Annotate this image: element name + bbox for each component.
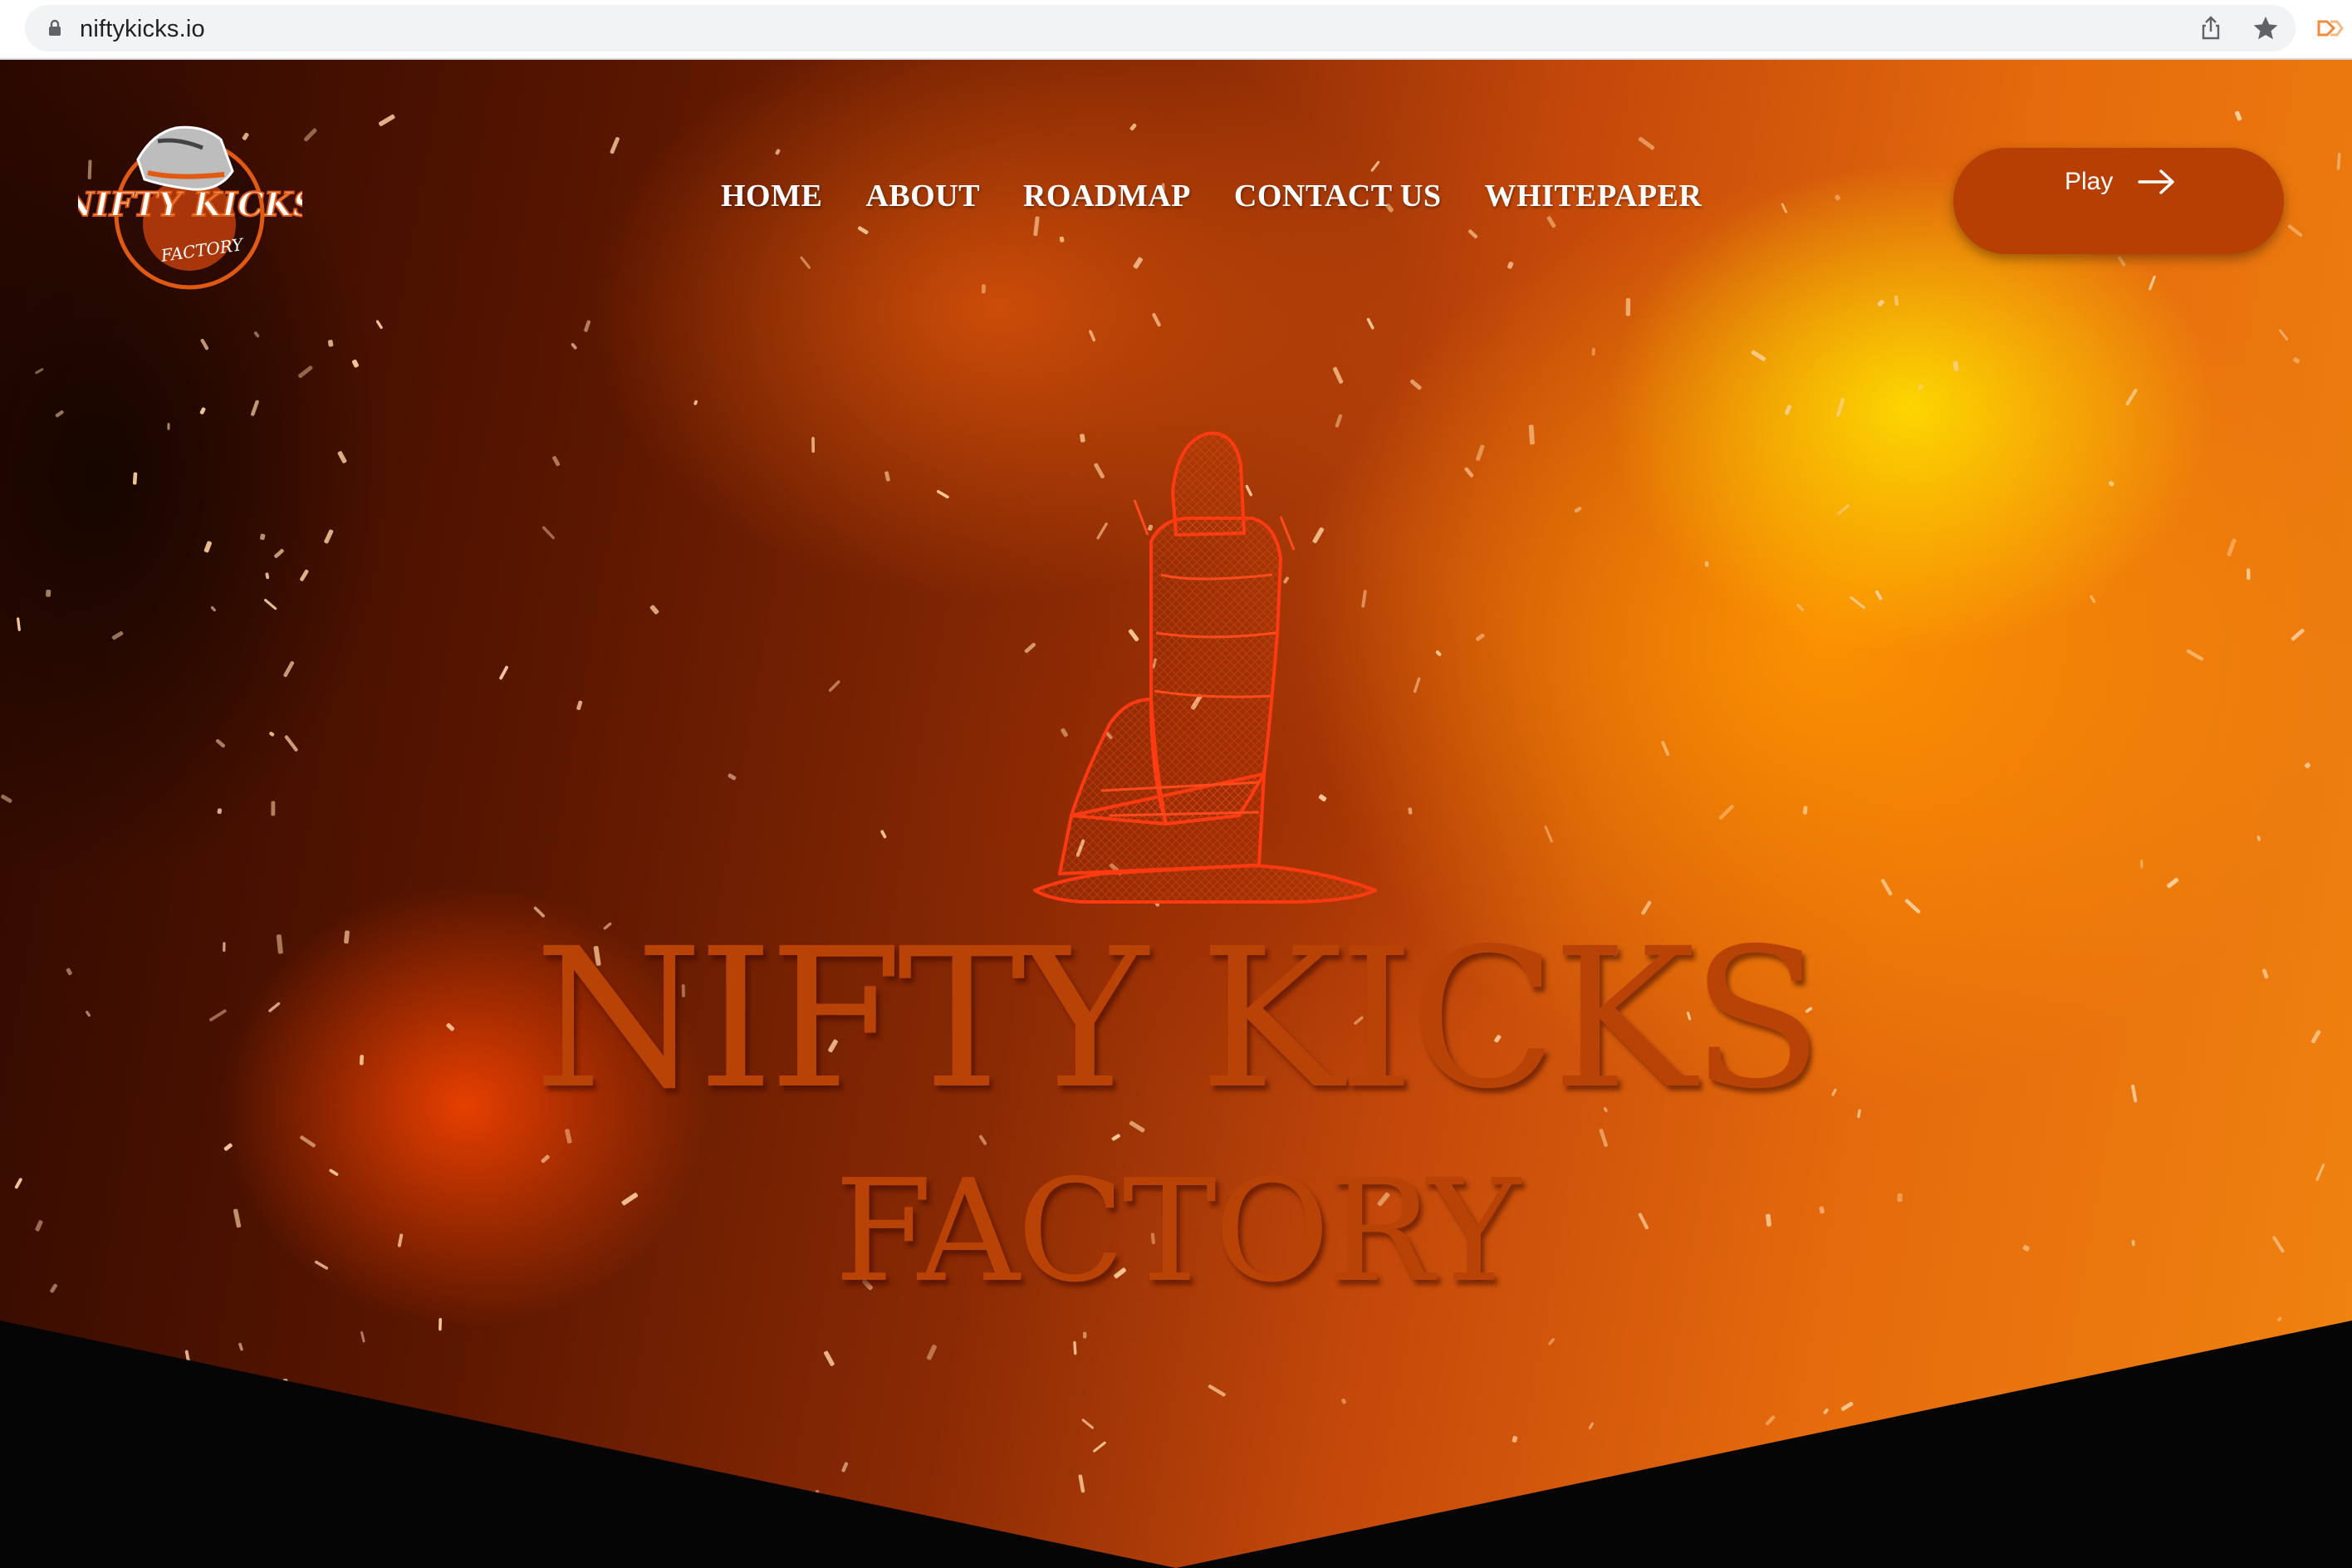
play-button[interactable]: Play xyxy=(1953,148,2284,254)
extension-icon[interactable] xyxy=(2315,13,2345,43)
hero-title: NIFTY KICKS xyxy=(534,907,1823,1131)
sneaker-logo-icon: NIFTY KICKS FACTORY xyxy=(61,125,317,290)
main-nav: HOME ABOUT ROADMAP CONTACT US WHITEPAPER xyxy=(721,178,1702,214)
address-bar[interactable]: niftykicks.io xyxy=(25,5,2296,51)
arrow-right-icon xyxy=(2138,169,2174,194)
svg-text:NIFTY KICKS: NIFTY KICKS xyxy=(78,185,302,224)
hero-subtitle: FACTORY xyxy=(834,1149,1521,1314)
url-text[interactable]: niftykicks.io xyxy=(80,16,205,43)
nav-roadmap[interactable]: ROADMAP xyxy=(1023,178,1191,214)
share-icon[interactable] xyxy=(2198,15,2224,42)
hero-section: NIFTY KICKS FACTORY HOME ABOUT ROADMAP C… xyxy=(0,60,2352,1568)
play-label: Play xyxy=(2065,168,2114,195)
nav-whitepaper[interactable]: WHITEPAPER xyxy=(1484,178,1702,214)
nav-about[interactable]: ABOUT xyxy=(865,178,980,214)
nav-home[interactable]: HOME xyxy=(721,178,822,214)
lock-icon[interactable] xyxy=(45,18,65,38)
sneaker-wireframe-image xyxy=(1033,431,1377,904)
star-icon[interactable] xyxy=(2252,15,2279,42)
site-logo[interactable]: NIFTY KICKS FACTORY xyxy=(61,100,317,291)
nav-contact-us[interactable]: CONTACT US xyxy=(1234,178,1442,214)
browser-toolbar: niftykicks.io xyxy=(0,0,2352,60)
